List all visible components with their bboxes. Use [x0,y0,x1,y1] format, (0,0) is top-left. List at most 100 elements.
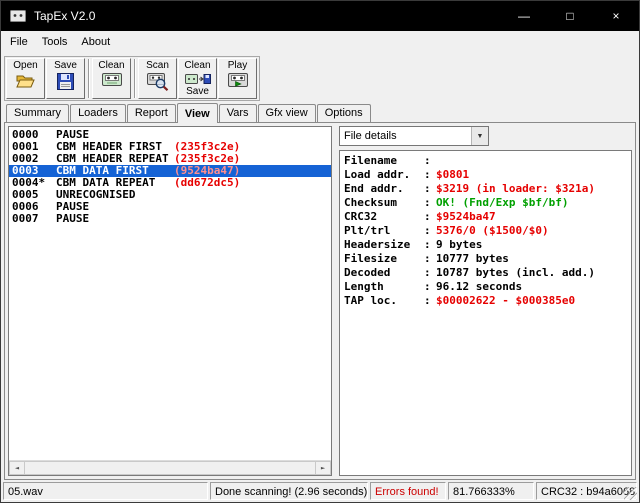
detail-label: Load addr. [344,168,424,182]
file-details-panel: Filename : Load addr. : $0801 End addr. … [339,150,632,476]
clean-button[interactable]: Clean [92,58,131,99]
floppy-disk-icon [57,73,74,90]
status-scan: Done scanning! (2.96 seconds) [210,482,368,500]
detail-colon: : [424,182,436,196]
detail-value: 5376/0 ($1500/$0) [436,224,549,238]
minimize-button[interactable]: — [501,1,547,31]
tab-summary[interactable]: Summary [6,104,69,122]
titlebar: TapEx V2.0 — □ × [1,1,639,31]
block-crc: (dd672dc5) [174,177,240,189]
block-id: 0007 [12,213,56,225]
clean-save-label-bottom: Save [186,87,209,97]
open-folder-icon [16,73,35,89]
menu-about[interactable]: About [74,33,117,51]
block-name: PAUSE [56,213,174,225]
detail-colon: : [424,224,436,238]
detail-row: Decoded : 10787 bytes (incl. add.) [344,266,627,280]
detail-colon: : [424,238,436,252]
scan-button[interactable]: Scan [138,58,177,99]
maximize-button[interactable]: □ [547,1,593,31]
toolbar-box: Open Save Clean [4,56,260,101]
toolbar-separator [134,59,136,98]
detail-row: Length : 96.12 seconds [344,280,627,294]
chevron-down-icon[interactable]: ▼ [471,127,488,145]
play-button-label: Play [228,61,247,71]
scrollbar-thumb[interactable] [25,461,315,475]
menu-tools[interactable]: Tools [35,33,75,51]
toolbar: Open Save Clean [1,52,639,102]
details-selector[interactable]: File details ▼ [339,126,489,146]
detail-colon: : [424,266,436,280]
detail-label: Checksum [344,196,424,210]
detail-value: $0801 [436,168,469,182]
detail-value: $00002622 - $000385e0 [436,294,575,308]
detail-value: OK! (Fnd/Exp $bf/bf) [436,196,568,210]
details-column: File details ▼ Filename : Load addr. : $… [339,126,632,476]
scroll-right-icon[interactable]: ► [315,461,331,475]
app-window: TapEx V2.0 — □ × File Tools About Open S… [0,0,640,503]
detail-colon: : [424,168,436,182]
detail-colon: : [424,252,436,266]
detail-row: Filename : [344,154,627,168]
detail-row: Plt/trl : 5376/0 ($1500/$0) [344,224,627,238]
resize-grip[interactable] [624,487,637,500]
detail-colon: : [424,210,436,224]
detail-row: TAP loc. : $00002622 - $000385e0 [344,294,627,308]
detail-value: 9 bytes [436,238,482,252]
status-progress: 81.766333% [448,482,534,500]
clean-save-button[interactable]: Clean Save [178,58,217,99]
save-button[interactable]: Save [46,58,85,99]
save-button-label: Save [54,61,77,71]
tabstrip: Summary Loaders Report View Vars Gfx vie… [1,102,639,122]
scan-button-label: Scan [146,61,169,71]
clean-cassette-icon [102,73,122,86]
window-controls: — □ × [501,1,639,31]
horizontal-scrollbar[interactable]: ◄ ► [9,460,331,475]
tab-loaders[interactable]: Loaders [70,104,126,122]
detail-colon: : [424,294,436,308]
detail-row: CRC32 : $9524ba47 [344,210,627,224]
detail-colon: : [424,280,436,294]
tab-report[interactable]: Report [127,104,176,122]
detail-label: CRC32 [344,210,424,224]
details-selector-value: File details [344,130,397,142]
open-button-label: Open [13,61,37,71]
detail-label: End addr. [344,182,424,196]
block-list[interactable]: 0000 PAUSE 0001 CBM HEADER FIRST (235f3c… [8,126,332,476]
clean-save-label-top: Clean [184,61,210,71]
tab-view[interactable]: View [177,103,218,123]
toolbar-separator [88,59,90,98]
detail-label: Plt/trl [344,224,424,238]
detail-row: Checksum : OK! (Fnd/Exp $bf/bf) [344,196,627,210]
menubar: File Tools About [1,31,639,52]
detail-row: Headersize : 9 bytes [344,238,627,252]
play-button[interactable]: Play [218,58,257,99]
detail-label: Filename [344,154,424,168]
statusbar: 05.wav Done scanning! (2.96 seconds) Err… [1,480,639,502]
scroll-left-icon[interactable]: ◄ [9,461,25,475]
detail-label: Headersize [344,238,424,252]
tab-options[interactable]: Options [317,104,371,122]
clean-button-label: Clean [98,61,124,71]
play-cassette-icon [228,73,248,87]
detail-label: TAP loc. [344,294,424,308]
menu-file[interactable]: File [3,33,35,51]
window-title: TapEx V2.0 [34,9,95,23]
detail-value: 10777 bytes [436,252,509,266]
tab-gfx-view[interactable]: Gfx view [258,104,316,122]
detail-label: Filesize [344,252,424,266]
status-errors: Errors found! [370,482,446,500]
detail-row: Load addr. : $0801 [344,168,627,182]
tab-vars[interactable]: Vars [219,104,257,122]
detail-value: 10787 bytes (incl. add.) [436,266,595,280]
detail-label: Length [344,280,424,294]
open-button[interactable]: Open [6,58,45,99]
detail-label: Decoded [344,266,424,280]
list-item[interactable]: 0007 PAUSE [9,213,331,225]
detail-colon: : [424,154,436,168]
detail-value: $9524ba47 [436,210,496,224]
close-button[interactable]: × [593,1,639,31]
app-icon [10,10,26,22]
magnifier-scan-icon [147,73,169,91]
detail-row: End addr. : $3219 (in loader: $321a) [344,182,627,196]
